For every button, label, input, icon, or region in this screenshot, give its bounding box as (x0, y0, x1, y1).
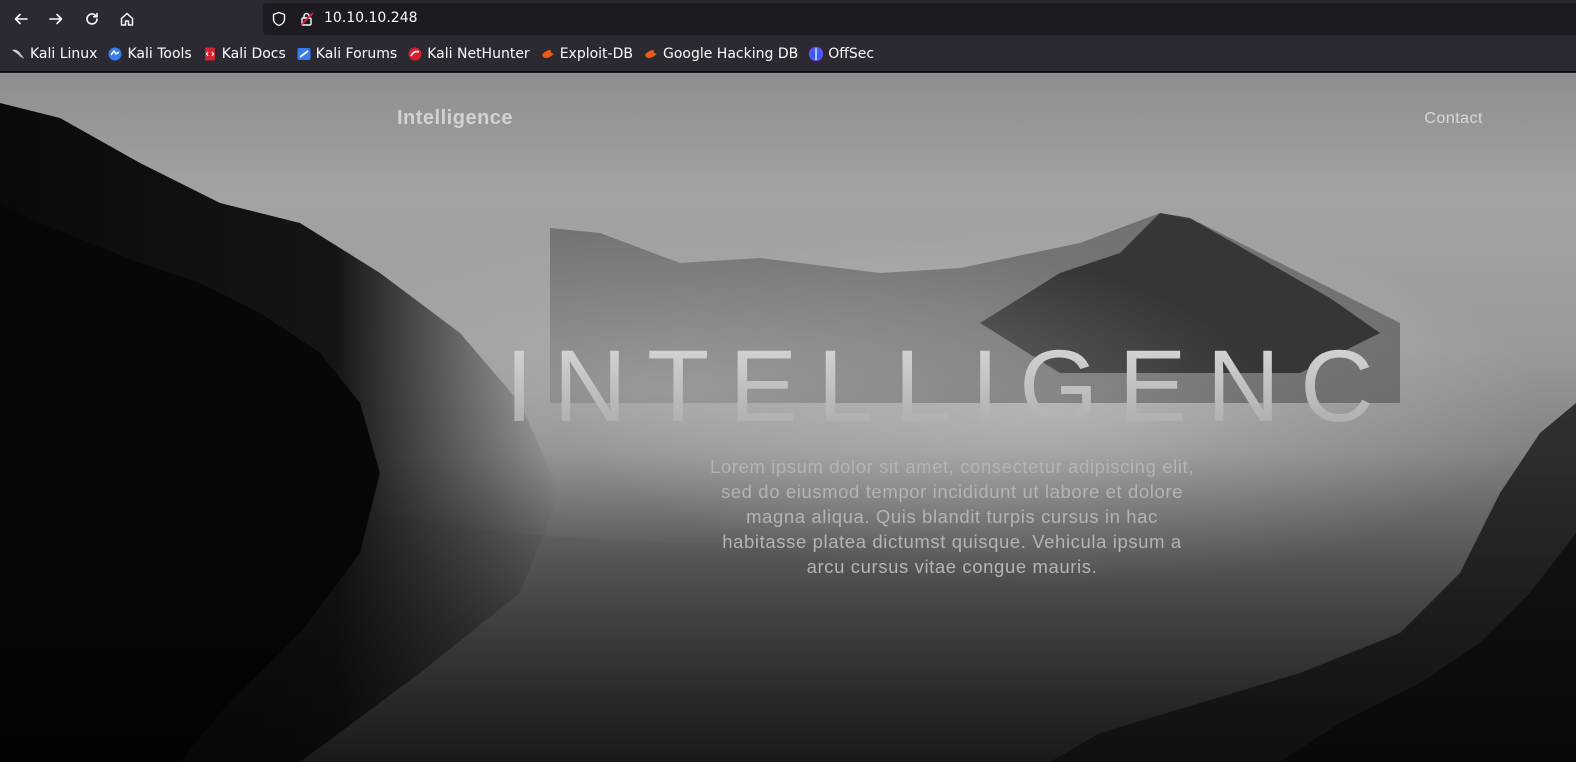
bookmarks-bar: Kali Linux Kali Tools Kali Docs Kali For… (0, 37, 1576, 72)
home-icon (120, 12, 134, 26)
kali-nethunter-icon (408, 47, 422, 61)
tracking-protection-shield-icon[interactable] (271, 11, 287, 27)
bookmark-label: Kali NetHunter (427, 46, 530, 62)
google-hacking-db-icon (644, 50, 657, 58)
hero-description: Lorem ipsum dolor sit amet, consectetur … (710, 456, 1194, 577)
bookmark-kali-forums[interactable]: Kali Forums (292, 42, 401, 66)
browser-toolbar: 10.10.10.248 (0, 0, 1576, 37)
kali-dragon-icon (12, 49, 24, 59)
reload-icon (86, 12, 98, 25)
bookmark-label: Kali Forums (315, 46, 398, 62)
kali-tools-icon (108, 47, 122, 61)
back-button[interactable] (7, 5, 35, 33)
bookmark-kali-nethunter[interactable]: Kali NetHunter (403, 42, 533, 66)
hero-title: INTELLIGENCE (505, 329, 1482, 443)
site-brand-link[interactable]: Intelligence (397, 107, 513, 130)
forward-button[interactable] (42, 5, 70, 33)
bookmark-label: Exploit-DB (559, 46, 633, 62)
home-button[interactable] (113, 5, 141, 33)
kali-docs-icon (204, 47, 215, 61)
kali-forums-icon (297, 48, 311, 60)
arrow-left-icon (14, 13, 28, 25)
bookmark-exploit-db[interactable]: Exploit-DB (536, 42, 637, 66)
bookmark-google-hacking-db[interactable]: Google Hacking DB (639, 42, 802, 66)
bookmark-kali-linux[interactable]: Kali Linux (6, 42, 101, 66)
url-bar[interactable]: 10.10.10.248 (263, 3, 1576, 35)
reload-button[interactable] (78, 5, 106, 33)
nav-contact-link[interactable]: Contact (1424, 110, 1483, 128)
bookmark-label: Kali Docs (221, 46, 286, 62)
exploit-db-icon (541, 50, 554, 58)
bookmark-offsec[interactable]: OffSec (804, 42, 878, 66)
url-text[interactable]: 10.10.10.248 (324, 10, 418, 26)
arrow-right-icon (49, 13, 63, 25)
bookmark-label: Kali Linux (30, 46, 98, 62)
insecure-lock-icon[interactable] (299, 11, 315, 27)
bookmark-kali-docs[interactable]: Kali Docs (198, 42, 290, 66)
offsec-icon (809, 46, 824, 62)
bookmark-kali-tools[interactable]: Kali Tools (103, 42, 195, 66)
page-viewport: Intelligence Contact INTELLIGENCE Lorem … (0, 73, 1576, 762)
bookmark-label: Google Hacking DB (662, 46, 799, 62)
bookmark-label: Kali Tools (127, 46, 192, 62)
bookmark-label: OffSec (828, 46, 875, 62)
